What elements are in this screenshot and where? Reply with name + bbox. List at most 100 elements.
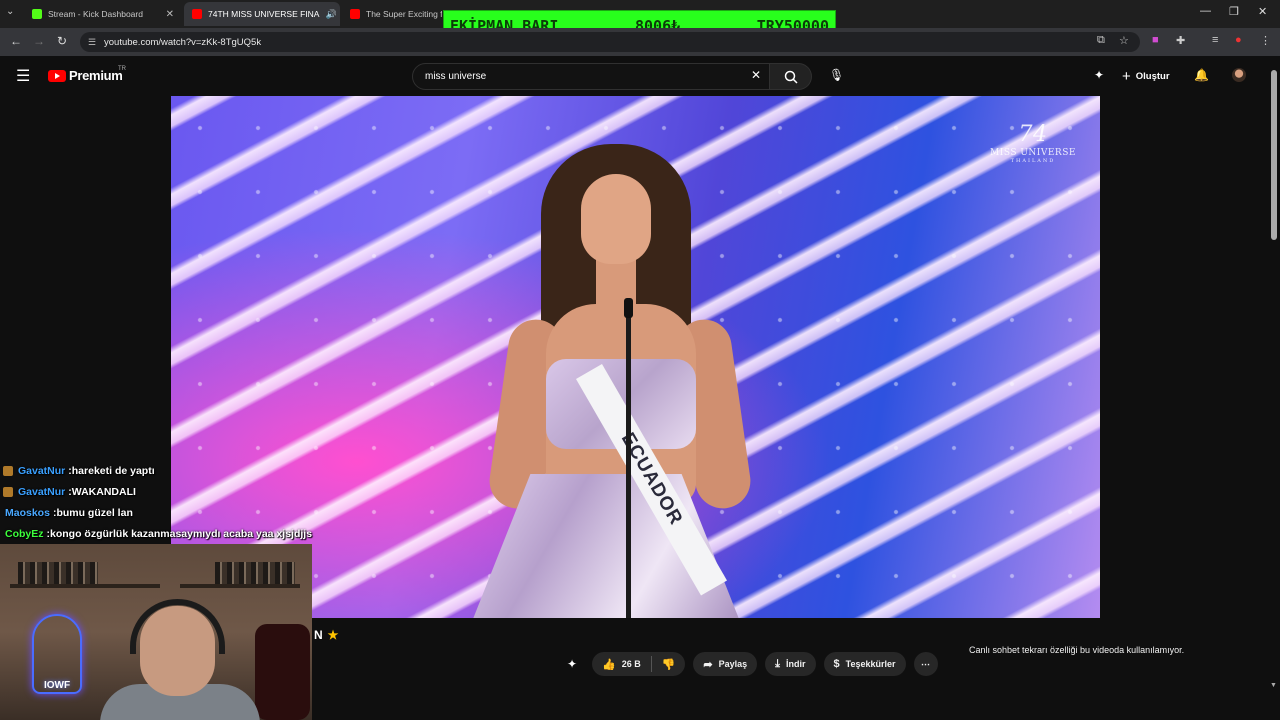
tab-super-exciting[interactable]: The Super Exciting fina [342,2,442,26]
chat-message: Maoskos : bumu güzel lan [0,502,340,523]
thanks-label: Teşekkürler [845,659,896,669]
tab-title: Stream - Kick Dashboard [48,9,143,19]
tab-title: The Super Exciting fina [366,9,442,19]
clear-search-icon[interactable]: ✕ [751,68,761,82]
microphone-stand [624,298,633,618]
sub-badge-icon [3,486,13,497]
like-count[interactable]: 26 B [622,659,641,669]
like-icon[interactable]: 👍 [602,658,616,671]
account-avatar[interactable] [1232,68,1246,82]
youtube-favicon-icon [350,9,360,19]
title-text: N [314,628,323,642]
watermark-text: MISS UNIVERSE [990,148,1076,158]
star-icon: ★ [327,628,339,642]
hamburger-menu-icon[interactable]: ☰ [16,66,30,86]
chat-username: GavatNur [18,464,66,477]
close-window-icon[interactable]: ✕ [1258,5,1267,18]
streamer-webcam: IOWF [0,544,312,720]
kick-favicon-icon [32,9,42,19]
watermark-number: 74 [1018,122,1048,147]
forward-icon[interactable]: → [33,34,45,48]
address-bar[interactable]: youtube.com/watch?v=zKk-8TgUQ5k [80,32,1140,52]
like-divider [650,656,652,672]
create-button[interactable]: + Oluştur [1122,65,1170,87]
extension-icon[interactable]: ■ [1152,34,1159,46]
share-label: Paylaş [718,659,748,669]
share-button[interactable]: ➦ Paylaş [693,652,758,676]
shelf [180,584,300,588]
bookshelf-books [215,562,295,584]
tab-title: 74TH MISS UNIVERSE FINA [208,9,320,19]
tab-kick-dashboard[interactable]: Stream - Kick Dashboard ✕ [24,2,182,26]
headset [130,599,225,654]
search-button[interactable] [770,63,812,90]
gaming-chair [255,624,310,720]
tab-close-icon[interactable]: ✕ [337,9,340,20]
contestant: ECUADOR [421,144,791,618]
contestant-face [581,174,651,264]
back-icon[interactable]: ← [10,34,22,48]
youtube-premium-logo[interactable]: Premium [69,68,123,83]
chat-text: bumu güzel lan [56,506,133,519]
remix-icon[interactable]: ✦ [560,652,584,676]
chat-username: Maoskos [5,506,50,519]
live-chat-unavailable-notice: Canlı sohbet tekrarı özelliği bu videoda… [969,645,1185,655]
video-title-fragment: N ★ [314,628,338,642]
browser-menu-icon[interactable]: ⋮ [1260,34,1271,47]
region-code: TR [118,66,126,72]
speaker-icon[interactable]: 🔊 [325,9,336,20]
notifications-bell-icon[interactable]: 🔔 [1194,68,1209,82]
youtube-favicon-icon [192,9,202,19]
screen: ⌄ Stream - Kick Dashboard ✕ 74TH MISS UN… [0,0,1280,720]
tab-close-icon[interactable]: ✕ [160,9,174,20]
reload-icon[interactable]: ↻ [57,34,67,48]
thanks-button[interactable]: $ Teşekkürler [823,652,906,676]
chat-username: CobyEz [5,527,44,540]
page-scrollbar[interactable] [1271,70,1277,240]
extensions-puzzle-icon[interactable]: ✚ [1176,34,1185,47]
chat-text: kongo özgürlük kazanmasaymıydı acaba yaa… [50,527,313,540]
profile-icon[interactable]: ● [1235,34,1242,46]
watermark-sub: THAILAND [1010,158,1056,164]
neon-sign-text: IOWF [44,680,71,691]
download-label: İndir [786,659,806,669]
voice-search-icon[interactable]: 🎙 [829,68,844,82]
bookshelf-books [18,562,98,584]
install-app-icon[interactable]: ⧉ [1097,34,1105,47]
create-label: Oluştur [1135,70,1170,82]
chat-text: hareketi de yaptı [71,464,155,477]
plus-icon: + [1122,67,1131,85]
minimize-icon[interactable]: — [1200,5,1211,17]
chat-message: CobyEz : kongo özgürlük kazanmasaymıydı … [0,523,340,544]
tab-miss-universe[interactable]: 74TH MISS UNIVERSE FINA 🔊 ✕ [184,2,340,26]
url-text: youtube.com/watch?v=zKk-8TgUQ5k [104,36,262,48]
restore-icon[interactable]: ❐ [1229,5,1239,18]
download-icon: ⤓ [775,657,781,670]
like-dislike-group: 👍 26 B 👎 [592,652,686,676]
stream-chat: GavatNur : hareketi de yaptı GavatNur : … [0,460,340,544]
more-actions-button[interactable]: ⋯ [913,652,938,676]
ask-ai-icon[interactable]: ✦ [1094,68,1104,82]
sub-badge-icon [3,465,13,476]
bookmark-star-icon[interactable]: ☆ [1119,34,1129,47]
thanks-icon: $ [833,658,840,670]
video-actions: ✦ 👍 26 B 👎 ➦ Paylaş ⤓ İndir $ Teşekkürle… [560,652,938,676]
chat-message: GavatNur : hareketi de yaptı [0,460,340,481]
share-icon: ➦ [703,658,713,671]
chat-message: GavatNur : WAKANDALI [0,481,340,502]
chat-text: WAKANDALI [71,485,136,498]
shelf [10,584,160,588]
search-icon [784,70,798,84]
tab-search-chevron-icon[interactable]: ⌄ [6,6,14,17]
site-info-icon[interactable]: ☰ [88,37,96,48]
miss-universe-watermark: 74 MISS UNIVERSE THAILAND [983,122,1083,164]
dislike-icon[interactable]: 👎 [662,658,676,671]
search-input[interactable]: miss universe [412,63,770,90]
more-icon: ⋯ [921,658,931,669]
search-value: miss universe [425,71,487,82]
download-button[interactable]: ⤓ İndir [765,652,816,676]
scroll-down-arrow-icon[interactable]: ▼ [1270,682,1277,689]
youtube-logo-icon[interactable] [48,70,66,82]
chat-username: GavatNur [18,485,66,498]
media-controls-icon[interactable]: ≡ [1212,34,1218,46]
